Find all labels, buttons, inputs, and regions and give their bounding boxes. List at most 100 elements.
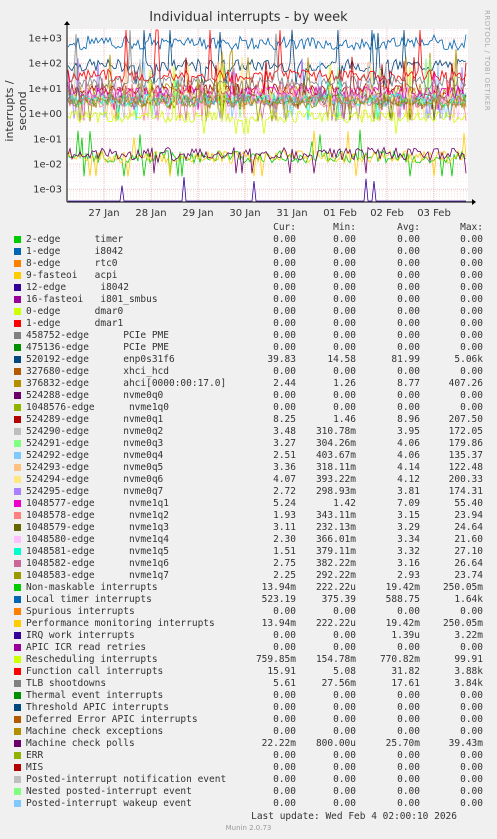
legend-series-name: IRQ work interrupts [26,630,135,641]
legend-avg-value: 0.00 [397,750,420,761]
legend-series-name: 524288-edge nvme0q0 [26,390,164,401]
legend-max-value: 0.00 [460,306,483,317]
legend-avg-value: 2.93 [397,570,420,581]
legend-swatch [14,572,21,579]
legend-avg-value: 81.99 [391,354,420,365]
y-tick-label: 1e-03 [33,185,62,196]
legend-max-value: 0.00 [460,750,483,761]
legend-min-value: 27.56m [321,678,356,689]
legend-swatch [14,728,21,735]
y-tick-label: 1e-01 [33,134,62,145]
legend-row: Nested posted-interrupt event 0.00 0.00 0.0… [0,786,497,798]
legend-swatch [14,752,21,759]
legend-swatch [14,452,21,459]
legend-row: 524292-edge nvme0q4 2.51 403.67m 4.06 135.37 [0,450,497,462]
x-tick-label: 31 Jan [276,208,307,219]
legend-row: 524291-edge nvme0q3 3.27 304.26m 4.06 179.86 [0,438,497,450]
legend-series-name: 524293-edge nvme0q5 [26,462,164,473]
legend-min-value: 343.11m [315,510,356,521]
legend-series-name: Non-maskable interrupts [26,582,158,593]
legend-series-name: Machine check polls [26,738,135,749]
legend-min-value: 0.00 [333,798,356,809]
legend-series-name: 1048581-edge nvme1q5 [26,546,169,557]
legend-max-value: 27.10 [454,546,483,557]
legend-avg-value: 3.29 [397,522,420,533]
legend-avg-value: 17.61 [391,678,420,689]
legend-series-name: Rescheduling interrupts [26,654,158,665]
legend-series-name: ERR [26,750,44,761]
legend-avg-value: 4.06 [397,438,420,449]
legend-max-value: 0.00 [460,714,483,725]
legend-row: TLB shootdowns 5.61 27.56m 17.61 3.84k [0,678,497,690]
legend-row: Machine check polls 22.22m 800.00u 25.70m 39… [0,738,497,750]
legend-swatch [14,680,21,687]
legend-swatch [14,320,21,327]
legend-swatch [14,716,21,723]
legend-min-value: 1.26 [333,378,356,389]
legend-row: 524288-edge nvme0q0 0.00 0.00 0.00 0.00 [0,390,497,402]
legend-max-value: 250.05m [442,582,483,593]
legend-series-name: Machine check exceptions [26,726,164,737]
legend-swatch [14,536,21,543]
legend-series-name: 475136-edge PCIe PME [26,342,169,353]
legend-series-name: 1048582-edge nvme1q6 [26,558,169,569]
legend-series-name: MIS [26,762,44,773]
legend-series-name: 520192-edge enp0s31f6 [26,354,175,365]
legend-series-name: 524292-edge nvme0q4 [26,450,164,461]
legend-avg-value: 19.42m [385,582,420,593]
legend-row: Threshold APIC interrupts 0.00 0.00 0.00 0.0… [0,702,497,714]
legend-swatch [14,260,21,267]
legend-min-value: 0.00 [333,282,356,293]
legend-min-value: 0.00 [333,750,356,761]
legend-avg-value: 0.00 [397,402,420,413]
legend-max-value: 135.37 [448,450,483,461]
legend-avg-value: 770.82m [379,654,420,665]
legend-row: Machine check exceptions 0.00 0.00 0.00 0.00 [0,726,497,738]
legend-max-value: 0.00 [460,318,483,329]
legend-row: ERR 0.00 0.00 0.00 0.00 [0,750,497,762]
legend-row: Thermal event interrupts 0.00 0.00 0.00 0.00 [0,690,497,702]
legend-row: Non-maskable interrupts 13.94m 222.22u 19.4… [0,582,497,594]
legend-min-value: 0.00 [333,786,356,797]
legend-swatch [14,236,21,243]
legend-min-value: 0.00 [333,774,356,785]
legend-avg-value: 0.00 [397,786,420,797]
legend-swatch [14,380,21,387]
legend-max-value: 179.86 [448,438,483,449]
legend-min-value: 379.11m [315,546,356,557]
legend-swatch [14,620,21,627]
legend-min-value: 0.00 [333,714,356,725]
legend-max-value: 99.91 [454,654,483,665]
legend-max-value: 0.00 [460,702,483,713]
legend-row: 524290-edge nvme0q2 3.48 310.78m 3.95 172.05 [0,426,497,438]
legend-swatch [14,656,21,663]
legend-swatch [14,308,21,315]
legend-row: 12-edge i8042 0.00 0.00 0.00 0.00 [0,282,497,294]
legend-row: 1048580-edge nvme1q4 2.30 366.01m 3.34 21.60 [0,534,497,546]
legend-row: IRQ work interrupts 0.00 0.00 1.39u 3.22m [0,630,497,642]
legend-row: 0-edge dmar0 0.00 0.00 0.00 0.00 [0,306,497,318]
legend-swatch [14,740,21,747]
legend-max-value: 0.00 [460,390,483,401]
legend-min-value: 366.01m [315,534,356,545]
legend-series-name: 524294-edge nvme0q6 [26,474,164,485]
legend-min-value: 382.22m [315,558,356,569]
legend-header-min: Min: [333,222,356,233]
legend-max-value: 0.00 [460,690,483,701]
legend-header-avg: Avg: [397,222,420,233]
legend-avg-value: 0.00 [397,714,420,725]
legend-avg-value: 19.42m [385,618,420,629]
legend-avg-value: 0.00 [397,270,420,281]
legend-swatch [14,392,21,399]
legend-row: 524295-edge nvme0q7 2.72 298.93m 3.81 174.31 [0,486,497,498]
legend-row: 520192-edge enp0s31f6 39.83 14.58 81.99 5.06… [0,354,497,366]
x-tick-label: 02 Feb [370,208,404,219]
legend-min-value: 0.00 [333,366,356,377]
legend-min-value: 154.78m [315,654,356,665]
legend-swatch [14,632,21,639]
legend-max-value: 39.43m [448,738,483,749]
legend-avg-value: 3.15 [397,510,420,521]
legend-swatch [14,548,21,555]
x-tick-label: 03 Feb [417,208,451,219]
legend-avg-value: 0.00 [397,342,420,353]
